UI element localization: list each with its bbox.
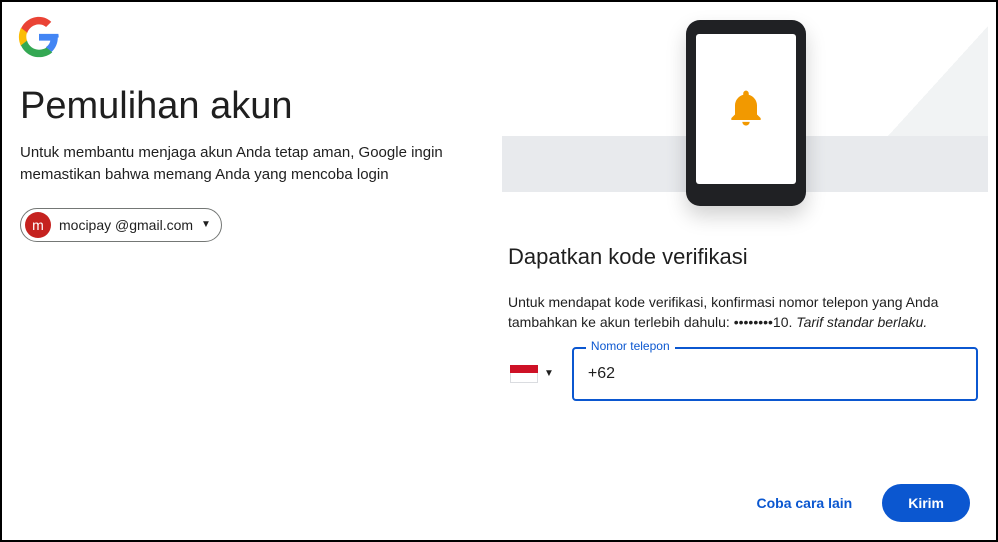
phone-number-input[interactable] bbox=[572, 347, 978, 401]
indonesia-flag-icon bbox=[510, 365, 538, 383]
chevron-down-icon: ▼ bbox=[201, 219, 211, 230]
section-description: Untuk mendapat kode verifikasi, konfirma… bbox=[508, 292, 978, 333]
try-another-way-link[interactable]: Coba cara lain bbox=[753, 487, 857, 519]
phone-device-icon bbox=[686, 20, 806, 206]
country-code-dropdown[interactable]: ▼ bbox=[508, 359, 556, 389]
account-email: mocipay @gmail.com bbox=[59, 217, 193, 233]
bell-icon bbox=[724, 87, 768, 131]
page-title: Pemulihan akun bbox=[20, 85, 488, 128]
page-subtitle: Untuk membantu menjaga akun Anda tetap a… bbox=[20, 142, 488, 186]
google-logo-icon bbox=[18, 16, 60, 58]
account-selector-chip[interactable]: m mocipay @gmail.com ▼ bbox=[20, 208, 222, 242]
phone-input-label: Nomor telepon bbox=[586, 339, 675, 353]
verification-illustration bbox=[508, 14, 978, 214]
avatar: m bbox=[25, 212, 51, 238]
send-button[interactable]: Kirim bbox=[882, 484, 970, 522]
chevron-down-icon: ▼ bbox=[544, 368, 554, 379]
section-title: Dapatkan kode verifikasi bbox=[508, 244, 978, 270]
